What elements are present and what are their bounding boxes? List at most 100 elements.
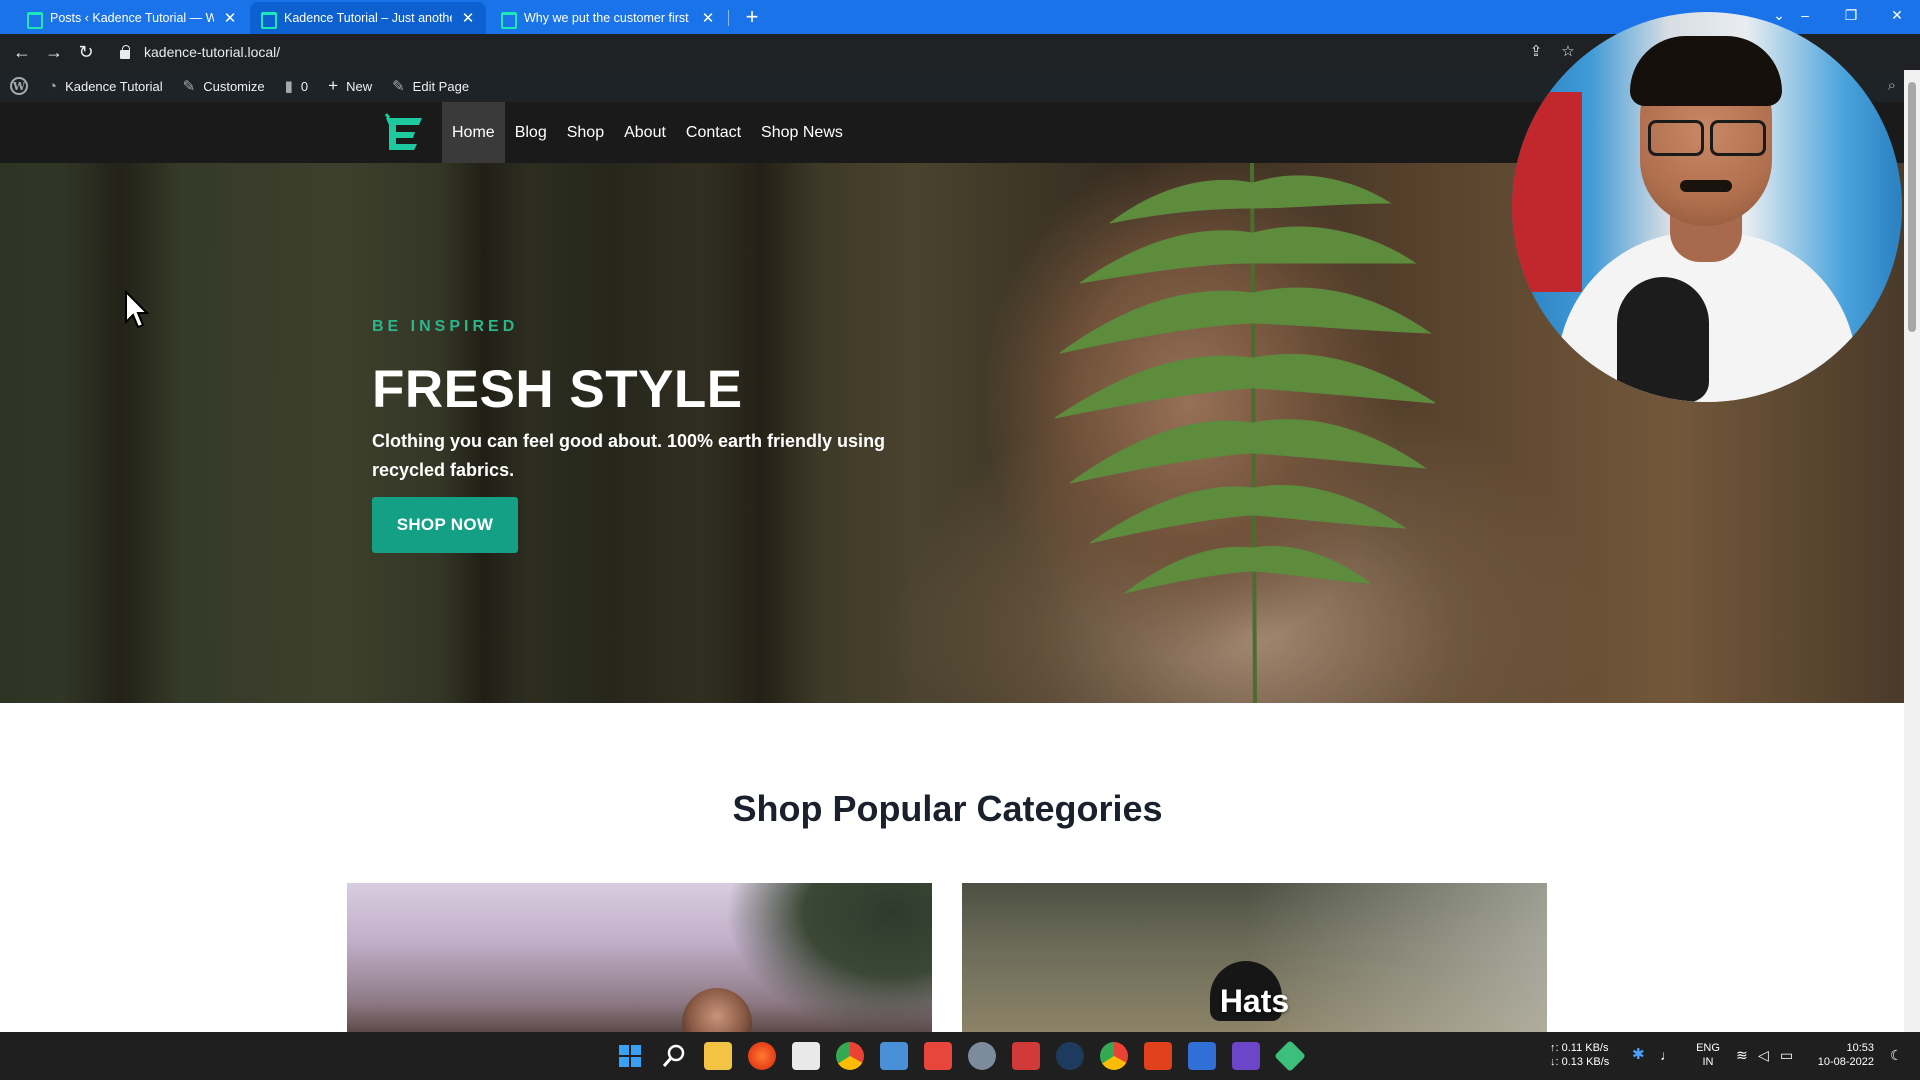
wp-site-name-menu[interactable]: ◔ Kadence Tutorial	[38, 70, 173, 102]
close-tab-icon[interactable]: ✕	[700, 9, 716, 27]
windows-taskbar: ↑: 0.11 KB/s ↓: 0.13 KB/s ✱ ♩ ENG IN ≋ ◁…	[0, 1032, 1920, 1080]
volume-icon[interactable]: ◁	[1758, 1048, 1769, 1062]
wp-new-label: New	[346, 78, 373, 94]
webcam-background-flag	[1512, 92, 1582, 292]
page-scrollbar[interactable]	[1904, 70, 1920, 1032]
language-indicator[interactable]: ENG IN	[1694, 1041, 1722, 1069]
region-code: IN	[1702, 1056, 1714, 1068]
wp-edit-page-label: Edit Page	[412, 78, 470, 94]
snipping-tool-icon[interactable]	[1012, 1042, 1040, 1070]
pencil-icon: ✎	[392, 78, 405, 95]
forward-arrow-icon[interactable]: →	[40, 38, 68, 66]
windows-start-icon[interactable]	[616, 1042, 644, 1070]
minimize-icon[interactable]: –	[1782, 0, 1828, 34]
webcam-person-mustache	[1680, 180, 1732, 192]
photos-icon[interactable]	[880, 1042, 908, 1070]
wp-new-menu[interactable]: + New	[318, 70, 382, 102]
url-field[interactable]: kadence-tutorial.local/	[110, 39, 1590, 65]
webcam-person-glasses	[1644, 120, 1770, 156]
app-icon[interactable]	[1232, 1042, 1260, 1070]
wp-customize-label: Customize	[203, 78, 265, 94]
wp-edit-page-link[interactable]: ✎ Edit Page	[382, 70, 479, 102]
webcam-person-hair	[1630, 36, 1782, 106]
nav-about[interactable]: About	[614, 102, 676, 163]
chrome-icon[interactable]	[836, 1042, 864, 1070]
tab-title: Posts ‹ Kadence Tutorial — WordPress	[50, 11, 214, 25]
nav-shop-news[interactable]: Shop News	[751, 102, 853, 163]
settings-gear-icon[interactable]	[968, 1042, 996, 1070]
new-tab-button[interactable]: +	[738, 3, 766, 31]
file-explorer-icon[interactable]	[704, 1042, 732, 1070]
clock[interactable]: 10:53 10-08-2022	[1808, 1041, 1874, 1069]
categories-title: Shop Popular Categories	[732, 788, 1163, 829]
category-image-trees	[632, 883, 932, 1032]
network-upload-speed: ↑: 0.11 KB/s	[1550, 1042, 1609, 1054]
share-icon[interactable]: ⇪	[1524, 40, 1548, 64]
nav-shop[interactable]: Shop	[557, 102, 614, 163]
screen-recorder-icon[interactable]	[924, 1042, 952, 1070]
category-label: Hats	[1219, 983, 1290, 1019]
tab-customer-first[interactable]: Why we put the customer first – Kadence …	[490, 2, 726, 34]
app-icon[interactable]	[1274, 1040, 1306, 1072]
hero-subline: Clothing you can feel good about. 100% e…	[372, 431, 886, 480]
restore-icon[interactable]: ❐	[1828, 0, 1874, 34]
scrollbar-thumb[interactable]	[1908, 82, 1916, 332]
microphone-tray-icon[interactable]: ♩	[1660, 1048, 1674, 1062]
kadence-favicon-icon	[500, 11, 517, 29]
chrome-profile-icon[interactable]	[1100, 1042, 1128, 1070]
wordpress-logo-icon: W	[10, 77, 28, 95]
site-logo-icon[interactable]	[383, 112, 425, 154]
notion-icon[interactable]	[792, 1042, 820, 1070]
network-download-speed: ↓: 0.13 KB/s	[1550, 1056, 1610, 1068]
wp-comments-count: 0	[300, 78, 309, 94]
wp-comments-link[interactable]: ▮ 0	[275, 70, 319, 102]
clock-time: 10:53	[1846, 1042, 1874, 1054]
wp-customize-link[interactable]: ✎ Customize	[173, 70, 275, 102]
nav-home[interactable]: Home	[442, 102, 505, 163]
kadence-favicon-icon	[260, 11, 277, 29]
tab-posts[interactable]: Posts ‹ Kadence Tutorial — WordPress ✕	[16, 2, 248, 34]
remote-desktop-icon[interactable]	[1188, 1042, 1216, 1070]
mouse-cursor-icon	[125, 290, 150, 329]
notifications-moon-icon[interactable]: ☾	[1890, 1048, 1903, 1062]
tab-title: Kadence Tutorial – Just another WordPres…	[284, 11, 452, 25]
primary-navigation: Home Blog Shop About Contact Shop News	[442, 102, 853, 163]
wp-logo-menu[interactable]: W	[0, 70, 38, 102]
tab-separator	[728, 10, 729, 26]
comment-bubble-icon: ▮	[284, 78, 293, 95]
clock-date: 10-08-2022	[1817, 1056, 1874, 1068]
back-arrow-icon[interactable]: ←	[8, 38, 36, 66]
category-card-hats[interactable]: Hats	[962, 883, 1547, 1032]
lock-icon[interactable]	[120, 44, 130, 59]
tab-title: Why we put the customer first – Kadence …	[524, 11, 692, 25]
battery-icon[interactable]: ▭	[1780, 1048, 1793, 1062]
reload-icon[interactable]: ↻	[72, 38, 100, 66]
dashboard-gauge-icon: ◔	[48, 77, 58, 95]
plus-icon: +	[328, 76, 339, 95]
close-window-icon[interactable]: ✕	[1874, 0, 1920, 34]
url-text: kadence-tutorial.local/	[144, 44, 281, 60]
hero-kicker: BE INSPIRED	[372, 318, 519, 335]
shop-now-button[interactable]: SHOP NOW	[372, 497, 518, 553]
bluetooth-icon[interactable]: ✱	[1632, 1047, 1645, 1062]
close-tab-icon[interactable]: ✕	[460, 9, 476, 27]
search-icon[interactable]	[660, 1042, 688, 1070]
wp-search-icon[interactable]: ⌕	[1888, 77, 1896, 94]
nav-blog[interactable]: Blog	[505, 102, 557, 163]
webcam-overlay	[1512, 12, 1902, 402]
kadence-favicon-icon	[26, 11, 43, 29]
hero-headline: FRESH STYLE	[372, 360, 743, 419]
microphone-icon	[1617, 277, 1709, 402]
wp-site-name: Kadence Tutorial	[65, 78, 163, 94]
page-content: Shop Popular Categories Hats	[0, 703, 1904, 1032]
language-code: ENG	[1696, 1042, 1720, 1054]
office-icon[interactable]	[1144, 1042, 1172, 1070]
wifi-icon[interactable]: ≋	[1736, 1048, 1748, 1062]
tab-kadence-home[interactable]: Kadence Tutorial – Just another WordPres…	[250, 2, 486, 34]
nav-contact[interactable]: Contact	[676, 102, 751, 163]
firefox-icon[interactable]	[748, 1042, 776, 1070]
fern-leaf-image	[1054, 163, 1436, 703]
category-card[interactable]	[347, 883, 932, 1032]
close-tab-icon[interactable]: ✕	[222, 9, 238, 27]
app-icon[interactable]	[1056, 1042, 1084, 1070]
